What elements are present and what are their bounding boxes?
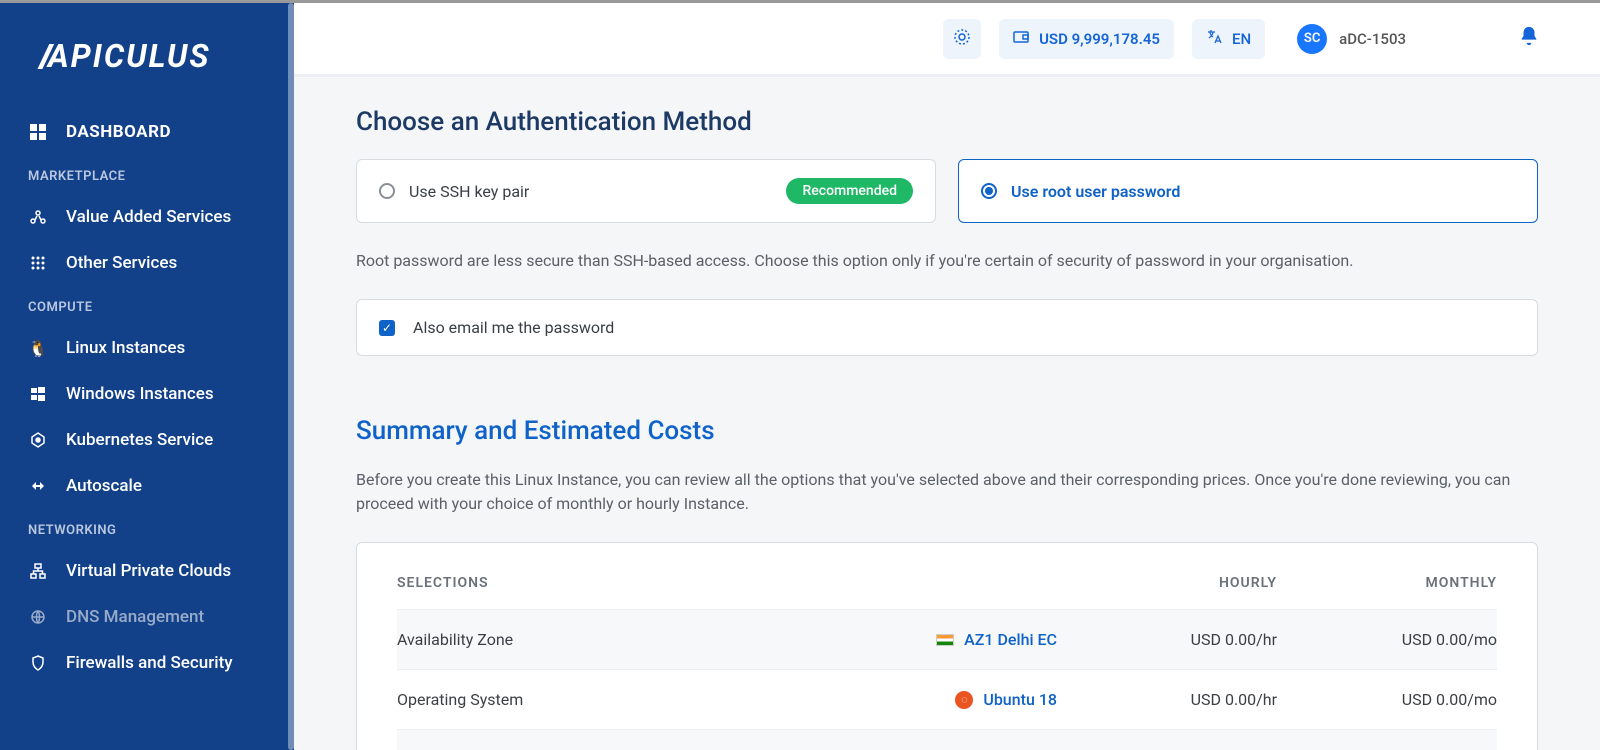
checkbox-checked-icon: ✓ xyxy=(379,320,395,336)
row-hourly: USD 0.00/hr xyxy=(1057,630,1277,649)
row-value: AZ1 Delhi EC xyxy=(677,630,1057,649)
sidebar-item-label: DNS Management xyxy=(66,607,204,627)
services-icon xyxy=(28,209,48,225)
globe-icon xyxy=(953,28,971,50)
sidebar-item-other-services[interactable]: Other Services xyxy=(0,240,294,286)
auth-section-title: Choose an Authentication Method xyxy=(356,107,1538,137)
row-hourly: USD 0.00/hr xyxy=(1057,690,1277,709)
sidebar-item-label: Value Added Services xyxy=(66,207,231,227)
account-chip[interactable]: SC aDC-1503 xyxy=(1283,19,1420,59)
main: USD 9,999,178.45 EN SC aDC-1503 Choose a… xyxy=(294,3,1600,750)
sidebar-item-linux-instances[interactable]: 🐧 Linux Instances xyxy=(0,325,294,371)
sidebar-item-label: Firewalls and Security xyxy=(66,653,233,673)
dashboard-icon xyxy=(28,124,48,140)
row-value: ◌ Ubuntu 18 xyxy=(677,690,1057,709)
autoscale-icon xyxy=(28,478,48,494)
notifications-button[interactable] xyxy=(1518,25,1540,53)
translate-icon xyxy=(1206,29,1222,49)
sidebar-item-dashboard[interactable]: DASHBOARD xyxy=(0,109,294,155)
radio-unselected-icon xyxy=(379,183,395,199)
vpc-icon xyxy=(28,563,48,579)
content-scroll[interactable]: Choose an Authentication Method Use SSH … xyxy=(294,77,1600,750)
grid-icon xyxy=(28,256,48,270)
topbar: USD 9,999,178.45 EN SC aDC-1503 xyxy=(294,3,1600,77)
summary-row-az: Availability Zone AZ1 Delhi EC USD 0.00/… xyxy=(397,609,1497,669)
shield-icon xyxy=(28,655,48,671)
auth-method-group: Use SSH key pair Recommended Use root us… xyxy=(356,159,1538,223)
sidebar-item-autoscale[interactable]: Autoscale xyxy=(0,463,294,509)
sidebar-item-value-added-services[interactable]: Value Added Services xyxy=(0,194,294,240)
kubernetes-icon xyxy=(28,432,48,448)
col-monthly: MONTHLY xyxy=(1277,575,1497,591)
auth-root-option[interactable]: Use root user password xyxy=(958,159,1538,223)
sidebar-group-compute: COMPUTE xyxy=(0,286,294,325)
auth-ssh-option[interactable]: Use SSH key pair Recommended xyxy=(356,159,936,223)
balance-chip[interactable]: USD 9,999,178.45 xyxy=(999,19,1174,59)
sidebar: //APICULUS DASHBOARD MARKETPLACE Value A… xyxy=(0,3,294,750)
language-value: EN xyxy=(1232,30,1251,48)
summary-row-os: Operating System ◌ Ubuntu 18 USD 0.00/hr… xyxy=(397,669,1497,729)
avatar: SC xyxy=(1297,24,1327,54)
sidebar-item-label: Virtual Private Clouds xyxy=(66,561,231,581)
auth-ssh-label: Use SSH key pair xyxy=(409,182,529,201)
balance-value: USD 9,999,178.45 xyxy=(1039,30,1160,48)
row-monthly: USD 0.00/mo xyxy=(1277,690,1497,709)
sidebar-item-vpc[interactable]: Virtual Private Clouds xyxy=(0,548,294,594)
sidebar-item-label: DASHBOARD xyxy=(66,122,171,142)
auth-root-label: Use root user password xyxy=(1011,182,1180,201)
linux-icon: 🐧 xyxy=(28,339,48,358)
summary-header-row: SELECTIONS HOURLY MONTHLY xyxy=(397,575,1497,609)
recommended-badge: Recommended xyxy=(786,178,913,204)
windows-icon xyxy=(28,387,48,401)
email-password-label: Also email me the password xyxy=(413,318,614,337)
sidebar-item-windows-instances[interactable]: Windows Instances xyxy=(0,371,294,417)
auth-root-hint: Root password are less secure than SSH-b… xyxy=(356,249,1538,273)
dns-icon xyxy=(28,609,48,625)
wallet-icon xyxy=(1013,29,1029,49)
col-hourly: HOURLY xyxy=(1057,575,1277,591)
bell-icon xyxy=(1518,27,1540,52)
summary-row-compute: Compute Pack Compute Intensive Small USD… xyxy=(397,729,1497,750)
summary-section-title: Summary and Estimated Costs xyxy=(356,416,1538,446)
row-monthly: USD 0.00/mo xyxy=(1277,630,1497,649)
globe-button[interactable] xyxy=(943,19,981,59)
flag-india-icon xyxy=(936,634,954,646)
brand-logo: //APICULUS xyxy=(0,3,294,109)
sidebar-group-marketplace: MARKETPLACE xyxy=(0,155,294,194)
radio-selected-icon xyxy=(981,183,997,199)
sidebar-item-label: Kubernetes Service xyxy=(66,430,213,450)
summary-table: SELECTIONS HOURLY MONTHLY Availability Z… xyxy=(356,542,1538,750)
sidebar-item-label: Windows Instances xyxy=(66,384,214,404)
sidebar-item-label: Other Services xyxy=(66,253,177,273)
account-name: aDC-1503 xyxy=(1339,30,1406,48)
sidebar-item-label: Autoscale xyxy=(66,476,142,496)
row-label: Availability Zone xyxy=(397,630,677,649)
col-selections: SELECTIONS xyxy=(397,575,677,591)
row-label: Operating System xyxy=(397,690,677,709)
sidebar-group-networking: NETWORKING xyxy=(0,509,294,548)
email-password-option[interactable]: ✓ Also email me the password xyxy=(356,299,1538,356)
sidebar-item-firewalls-security[interactable]: Firewalls and Security xyxy=(0,640,294,686)
sidebar-item-dns-management[interactable]: DNS Management xyxy=(0,594,294,640)
language-switcher[interactable]: EN xyxy=(1192,19,1265,59)
sidebar-item-label: Linux Instances xyxy=(66,338,185,358)
summary-intro: Before you create this Linux Instance, y… xyxy=(356,468,1538,516)
sidebar-item-kubernetes-service[interactable]: Kubernetes Service xyxy=(0,417,294,463)
ubuntu-icon: ◌ xyxy=(955,691,973,709)
